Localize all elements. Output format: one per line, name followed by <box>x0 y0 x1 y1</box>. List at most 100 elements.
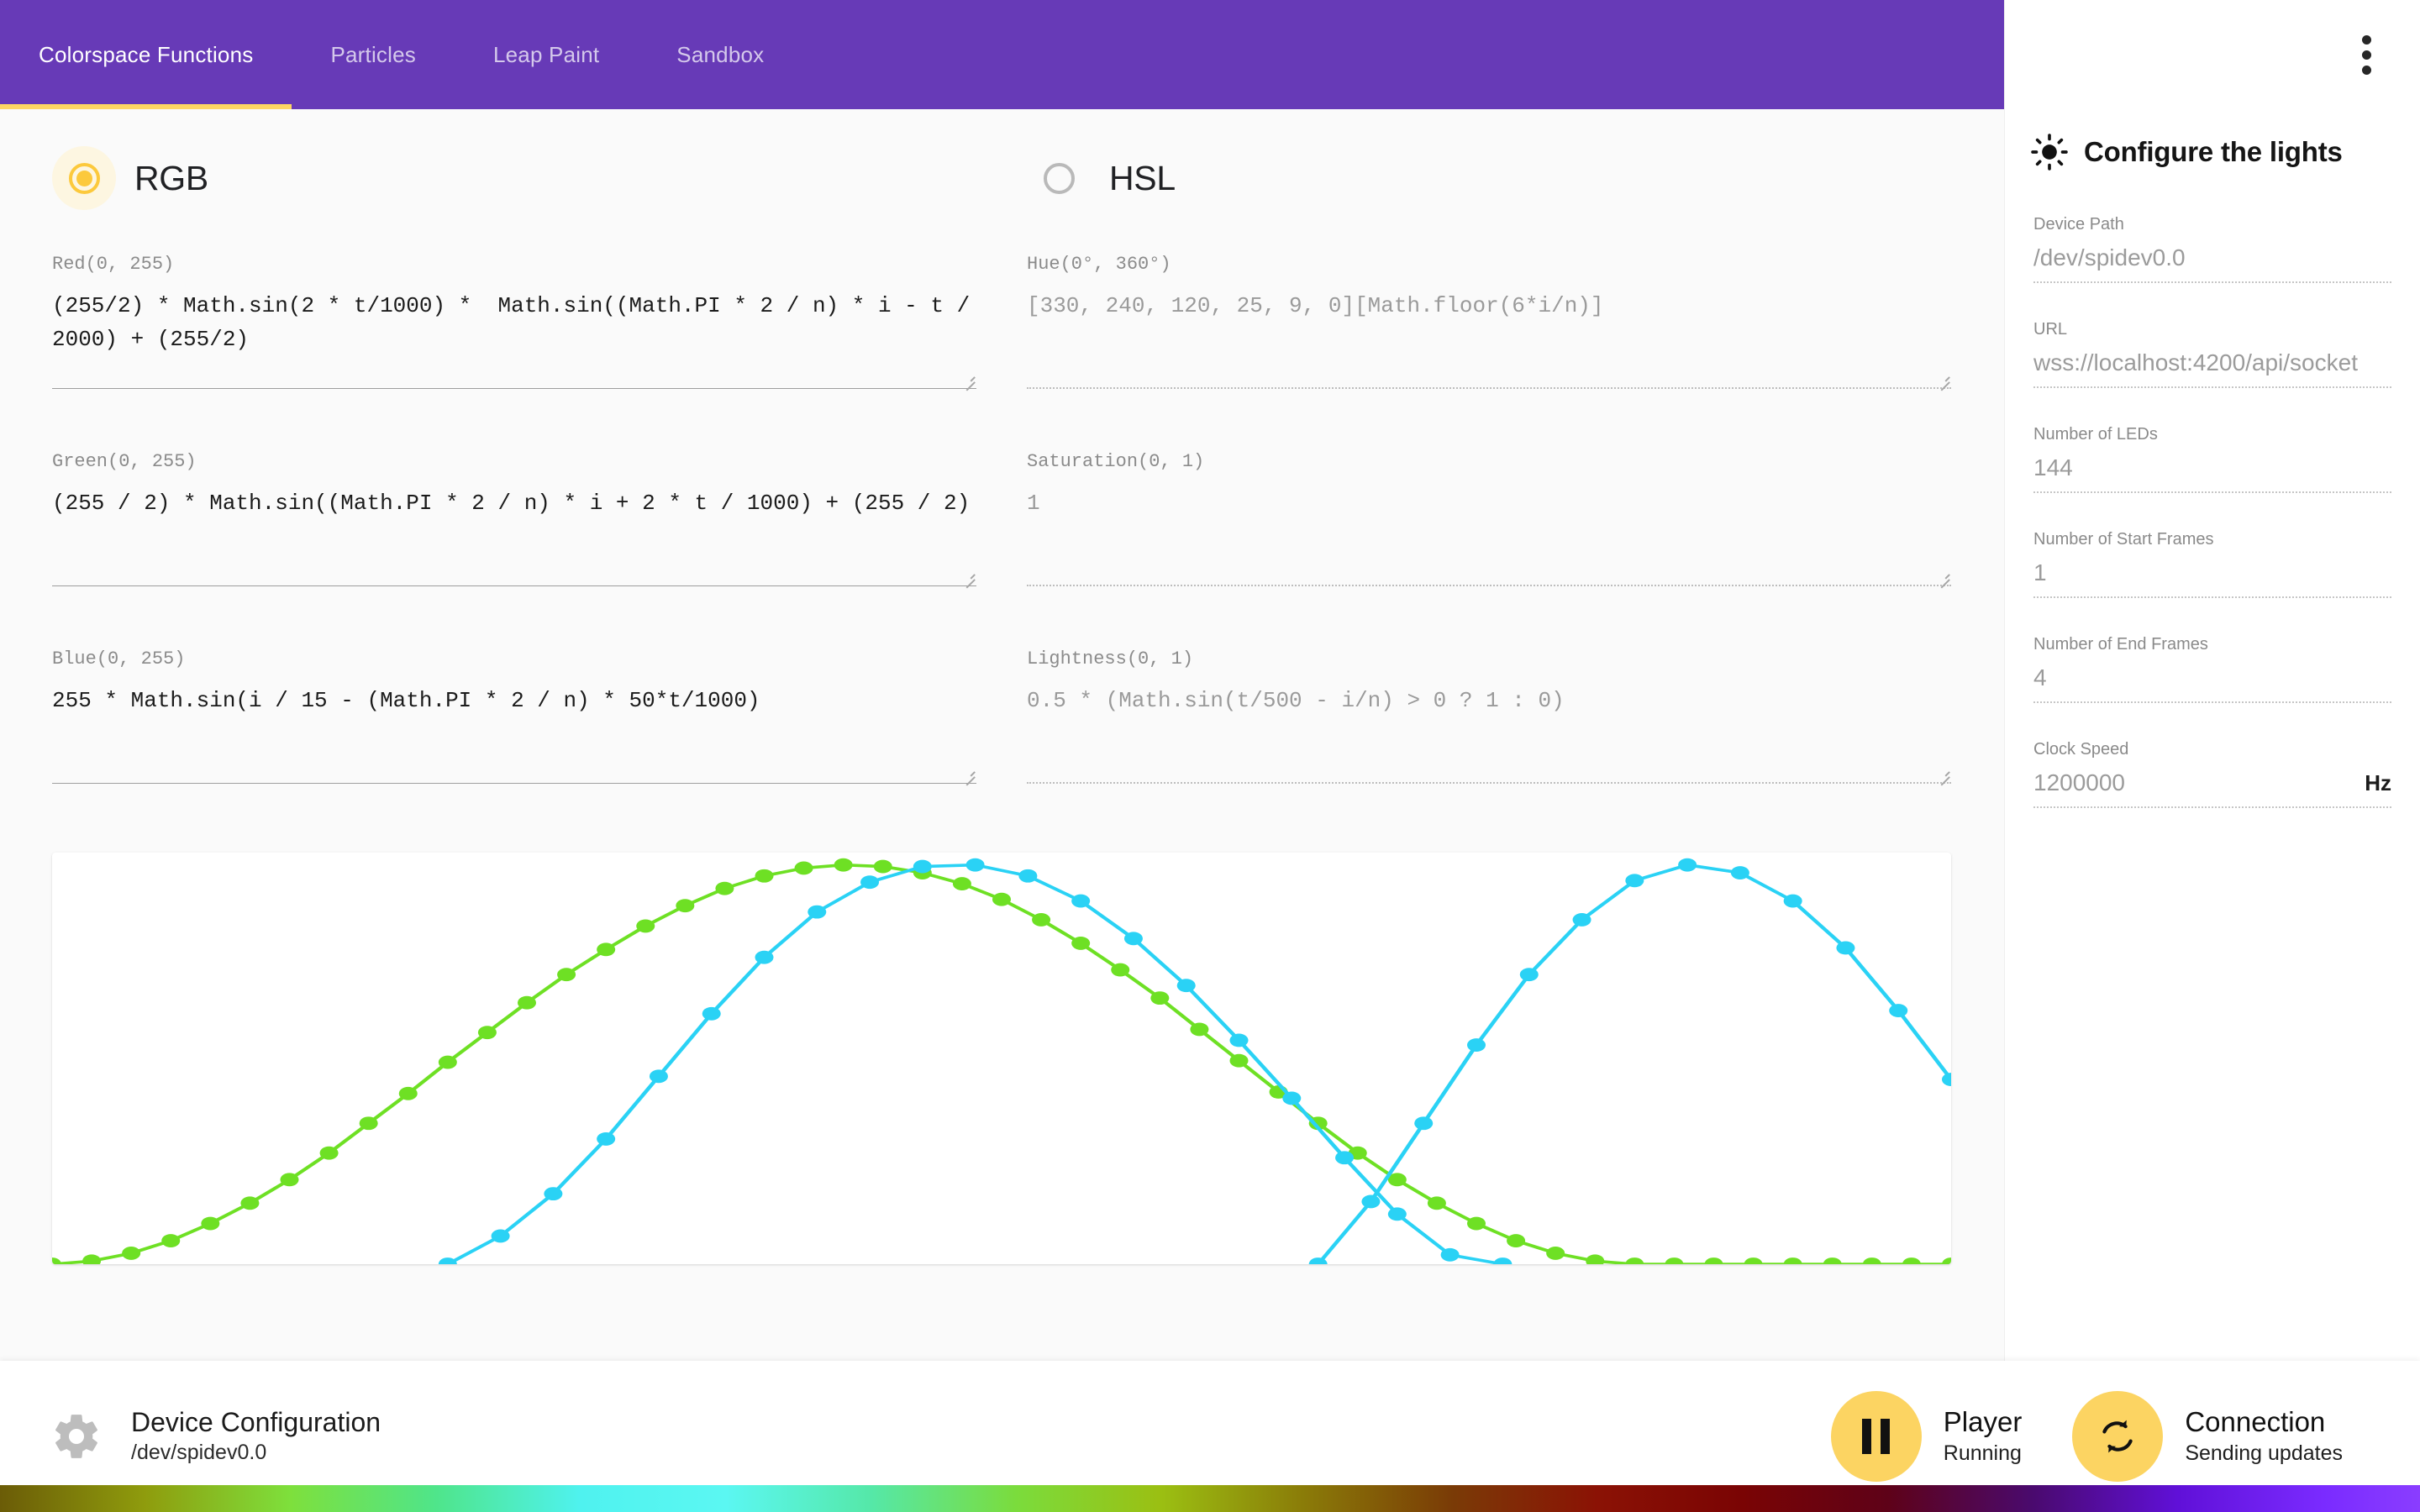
series-point <box>1586 1254 1605 1264</box>
tab-colorspace-functions[interactable]: Colorspace Functions <box>0 0 292 109</box>
series-line <box>445 863 1505 1264</box>
field-lightness: Lightness(0, 1) 0.5 * (Math.sin(t/500 - … <box>1027 648 1951 784</box>
chart-series-cyan-channel-right <box>1308 858 1951 1264</box>
series-point <box>1361 1194 1381 1209</box>
tab-label: Sandbox <box>676 41 765 67</box>
series-point <box>280 1173 299 1187</box>
radio-hsl-icon <box>1027 146 1091 210</box>
field-lightness-input[interactable]: 0.5 * (Math.sin(t/500 - i/n) > 0 ? 1 : 0… <box>1027 685 1951 723</box>
more-vert-icon[interactable] <box>2348 31 2385 78</box>
series-point <box>676 899 695 913</box>
sidebar-header: Configure the lights <box>2005 109 2420 171</box>
sidebar-fields: Device Path /dev/spidev0.0 URL wss://loc… <box>2005 171 2420 808</box>
chart-series-green-channel <box>52 858 1951 1264</box>
sidebar-field-url: URL wss://localhost:4200/api/socket <box>2033 320 2391 388</box>
content-pane: RGB HSL Red(0, 255) (255/2) * Math.sin(2… <box>0 109 2004 1264</box>
series-point <box>1387 1207 1407 1221</box>
field-green-input[interactable]: (255 / 2) * Math.sin((Math.PI * 2 / n) *… <box>52 487 976 526</box>
connection-button[interactable]: Connection Sending updates <box>2072 1391 2343 1482</box>
series-point <box>636 919 655 933</box>
pause-icon[interactable] <box>1830 1391 1922 1482</box>
field-green-label: Green(0, 255) <box>52 451 197 472</box>
series-point <box>1190 1022 1209 1037</box>
number-of-leds-input[interactable]: 144 <box>2033 454 2073 481</box>
field-underline <box>52 585 976 586</box>
app-root: Colorspace Functions Particles Leap Pain… <box>0 0 2420 1512</box>
series-point <box>715 881 734 895</box>
textarea-resize-handle[interactable] <box>1938 570 1949 581</box>
field-underline <box>52 783 976 784</box>
series-point <box>1282 1091 1302 1105</box>
series-point <box>1493 1257 1512 1264</box>
textarea-resize-handle[interactable] <box>1938 767 1949 779</box>
series-point <box>1783 894 1802 908</box>
series-point <box>1546 1247 1565 1260</box>
field-underline <box>1027 387 1951 389</box>
brightness-sun-icon <box>2030 133 2069 171</box>
series-point <box>1467 1038 1486 1052</box>
tab-sandbox[interactable]: Sandbox <box>638 0 802 109</box>
series-point <box>240 1196 260 1210</box>
bottom-bar-actions: Player Running Connection Sending update… <box>1830 1391 2420 1482</box>
url-input[interactable]: wss://localhost:4200/api/socket <box>2033 349 2358 376</box>
tab-particles[interactable]: Particles <box>292 0 455 109</box>
player-button[interactable]: Player Running <box>1830 1391 2023 1482</box>
field-red-input[interactable]: (255/2) * Math.sin(2 * t/1000) * Math.si… <box>52 290 976 361</box>
series-point <box>1519 968 1539 982</box>
radio-option-hsl[interactable]: HSL <box>1027 146 1176 210</box>
connection-text: Connection Sending updates <box>2185 1404 2343 1468</box>
series-point <box>860 875 880 890</box>
field-underline <box>52 388 976 389</box>
connection-status: Sending updates <box>2185 1441 2343 1466</box>
field-blue: Blue(0, 255) 255 * Math.sin(i / 15 - (Ma… <box>52 648 976 784</box>
field-hue: Hue(0°, 360°) [330, 240, 120, 25, 9, 0][… <box>1027 254 1951 389</box>
main-content-area: Colorspace Functions Particles Leap Pain… <box>0 0 2004 1512</box>
field-blue-label: Blue(0, 255) <box>52 648 186 669</box>
series-point <box>1414 1116 1434 1131</box>
start-frames-input[interactable]: 1 <box>2033 559 2047 586</box>
field-saturation-label: Saturation(0, 1) <box>1027 451 1205 472</box>
hsl-column: Hue(0°, 360°) [330, 240, 120, 25, 9, 0][… <box>1027 254 1951 846</box>
series-line <box>1316 863 1951 1264</box>
series-point <box>1572 913 1591 927</box>
series-point <box>1071 936 1091 950</box>
end-frames-input[interactable]: 4 <box>2033 664 2047 691</box>
sync-icon[interactable] <box>2072 1391 2164 1482</box>
series-point <box>398 1086 418 1100</box>
device-path-input[interactable]: /dev/spidev0.0 <box>2033 244 2186 271</box>
series-point <box>755 950 774 964</box>
series-point <box>491 1229 510 1243</box>
field-red: Red(0, 255) (255/2) * Math.sin(2 * t/100… <box>52 254 976 389</box>
tab-leap-paint[interactable]: Leap Paint <box>455 0 638 109</box>
series-point <box>965 858 985 872</box>
series-point <box>1783 1257 1802 1264</box>
sidebar-top-bar <box>2005 0 2420 109</box>
radio-rgb-icon <box>52 146 116 210</box>
series-point <box>1018 869 1038 883</box>
device-configuration-text: Device Configuration /dev/spidev0.0 <box>131 1405 381 1467</box>
textarea-resize-handle[interactable] <box>963 570 975 581</box>
device-configuration-button[interactable]: Device Configuration /dev/spidev0.0 <box>0 1405 381 1467</box>
series-point <box>1150 991 1170 1005</box>
connection-title: Connection <box>2185 1405 2326 1437</box>
textarea-resize-handle[interactable] <box>1938 372 1949 384</box>
player-title: Player <box>1943 1405 2023 1437</box>
waveform-chart-svg <box>52 858 1951 1264</box>
field-blue-input[interactable]: 255 * Math.sin(i / 15 - (Math.PI * 2 / n… <box>52 685 976 723</box>
clock-speed-input[interactable]: 1200000 <box>2033 769 2125 796</box>
waveform-chart <box>52 853 1951 1264</box>
field-hue-input[interactable]: [330, 240, 120, 25, 9, 0][Math.floor(6*i… <box>1027 290 1951 328</box>
series-point <box>1730 866 1749 879</box>
series-point <box>1744 1257 1763 1264</box>
series-point <box>201 1216 220 1231</box>
series-point <box>557 968 576 982</box>
series-point <box>544 1187 563 1201</box>
textarea-resize-handle[interactable] <box>963 767 975 779</box>
series-point <box>755 869 774 883</box>
series-point <box>1440 1247 1460 1262</box>
field-saturation-input[interactable]: 1 <box>1027 487 1951 526</box>
radio-option-rgb[interactable]: RGB <box>52 146 1027 210</box>
textarea-resize-handle[interactable] <box>963 372 975 384</box>
series-point <box>1032 913 1051 927</box>
field-hue-label: Hue(0°, 360°) <box>1027 254 1171 275</box>
